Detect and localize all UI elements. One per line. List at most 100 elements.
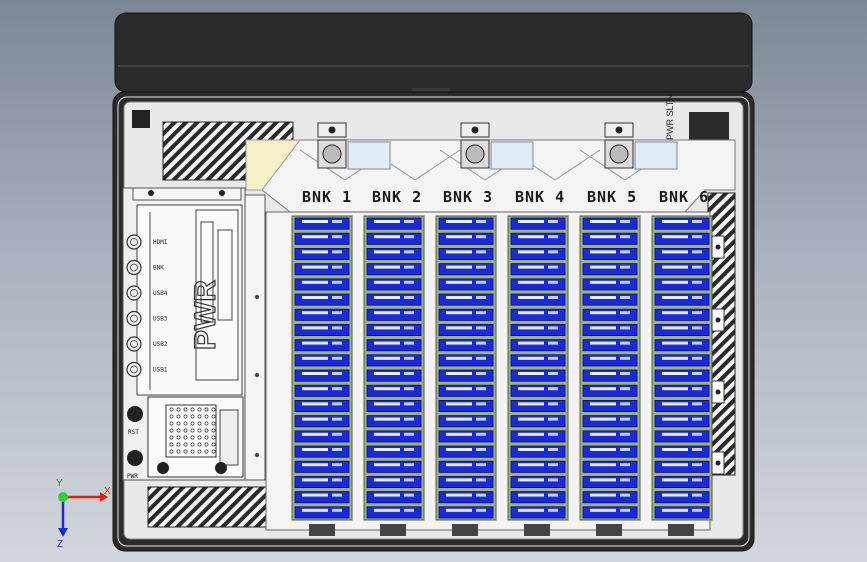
drive-slot[interactable] [438, 506, 494, 519]
drive-slot[interactable] [582, 384, 638, 397]
drive-slot[interactable] [366, 278, 422, 291]
drive-slot[interactable] [294, 460, 350, 473]
drive-slot[interactable] [438, 339, 494, 352]
drive-slot[interactable] [438, 323, 494, 336]
drive-slot[interactable] [438, 399, 494, 412]
drive-slot[interactable] [366, 445, 422, 458]
drive-slot[interactable] [510, 354, 566, 367]
drive-slot[interactable] [654, 247, 710, 260]
drive-slot[interactable] [366, 384, 422, 397]
drive-slot[interactable] [438, 491, 494, 504]
drive-slot[interactable] [654, 263, 710, 276]
drive-slot[interactable] [654, 369, 710, 382]
drive-slot[interactable] [366, 308, 422, 321]
drive-slot[interactable] [294, 323, 350, 336]
drive-slot[interactable] [366, 263, 422, 276]
drive-slot[interactable] [582, 339, 638, 352]
drive-slot[interactable] [510, 491, 566, 504]
drive-slot[interactable] [582, 323, 638, 336]
drive-slot[interactable] [366, 293, 422, 306]
drive-slot[interactable] [654, 506, 710, 519]
drive-slot[interactable] [654, 415, 710, 428]
drive-slot[interactable] [654, 293, 710, 306]
drive-slot[interactable] [438, 354, 494, 367]
drive-slot[interactable] [510, 339, 566, 352]
drive-slot[interactable] [510, 293, 566, 306]
drive-slot[interactable] [654, 323, 710, 336]
drive-slot[interactable] [510, 369, 566, 382]
drive-slot[interactable] [582, 293, 638, 306]
drive-slot[interactable] [438, 217, 494, 230]
drive-slot[interactable] [438, 293, 494, 306]
drive-slot[interactable] [582, 247, 638, 260]
drive-slot[interactable] [510, 263, 566, 276]
drive-slot[interactable] [582, 430, 638, 443]
drive-slot[interactable] [294, 308, 350, 321]
drive-slot[interactable] [582, 445, 638, 458]
drive-slot[interactable] [654, 354, 710, 367]
drive-slot[interactable] [510, 217, 566, 230]
drive-slot[interactable] [366, 491, 422, 504]
drive-slot[interactable] [654, 232, 710, 245]
drive-slot[interactable] [582, 399, 638, 412]
drive-slot[interactable] [438, 384, 494, 397]
drive-slot[interactable] [582, 475, 638, 488]
drive-slot[interactable] [510, 308, 566, 321]
drive-slot[interactable] [438, 247, 494, 260]
drive-slot[interactable] [582, 308, 638, 321]
drive-slot[interactable] [294, 339, 350, 352]
drive-slot[interactable] [294, 263, 350, 276]
drive-slot[interactable] [294, 399, 350, 412]
drive-slot[interactable] [438, 278, 494, 291]
drive-slot[interactable] [438, 475, 494, 488]
drive-slot[interactable] [654, 384, 710, 397]
drive-slot[interactable] [510, 475, 566, 488]
drive-slot[interactable] [294, 369, 350, 382]
drive-slot[interactable] [654, 491, 710, 504]
drive-slot[interactable] [366, 217, 422, 230]
drive-slot[interactable] [366, 354, 422, 367]
drive-slot[interactable] [654, 460, 710, 473]
drive-slot[interactable] [366, 415, 422, 428]
drive-slot[interactable] [366, 232, 422, 245]
drive-slot[interactable] [654, 399, 710, 412]
drive-slot[interactable] [438, 460, 494, 473]
drive-slot[interactable] [582, 354, 638, 367]
drive-slot[interactable] [654, 339, 710, 352]
drive-slot[interactable] [294, 445, 350, 458]
drive-slot[interactable] [438, 263, 494, 276]
drive-slot[interactable] [366, 323, 422, 336]
drive-slot[interactable] [366, 430, 422, 443]
drive-slot[interactable] [294, 430, 350, 443]
drive-slot[interactable] [294, 415, 350, 428]
drive-slot[interactable] [294, 491, 350, 504]
drive-slot[interactable] [438, 415, 494, 428]
drive-slot[interactable] [510, 399, 566, 412]
drive-slot[interactable] [366, 339, 422, 352]
drive-slot[interactable] [510, 430, 566, 443]
drive-slot[interactable] [510, 278, 566, 291]
drive-slot[interactable] [366, 460, 422, 473]
drive-slot[interactable] [366, 247, 422, 260]
drive-slot[interactable] [294, 475, 350, 488]
drive-slot[interactable] [510, 415, 566, 428]
drive-slot[interactable] [582, 460, 638, 473]
drive-slot[interactable] [654, 278, 710, 291]
drive-slot[interactable] [582, 263, 638, 276]
drive-slot[interactable] [510, 445, 566, 458]
drive-slot[interactable] [654, 430, 710, 443]
drive-slot[interactable] [654, 445, 710, 458]
drive-slot[interactable] [510, 384, 566, 397]
drive-slot[interactable] [294, 293, 350, 306]
drive-slot[interactable] [438, 445, 494, 458]
drive-slot[interactable] [510, 247, 566, 260]
drive-slot[interactable] [294, 278, 350, 291]
drive-slot[interactable] [582, 232, 638, 245]
drive-slot[interactable] [582, 278, 638, 291]
drive-slot[interactable] [366, 399, 422, 412]
drive-slot[interactable] [510, 460, 566, 473]
drive-slot[interactable] [294, 232, 350, 245]
drive-slot[interactable] [294, 354, 350, 367]
drive-slot[interactable] [438, 369, 494, 382]
drive-slot[interactable] [582, 415, 638, 428]
